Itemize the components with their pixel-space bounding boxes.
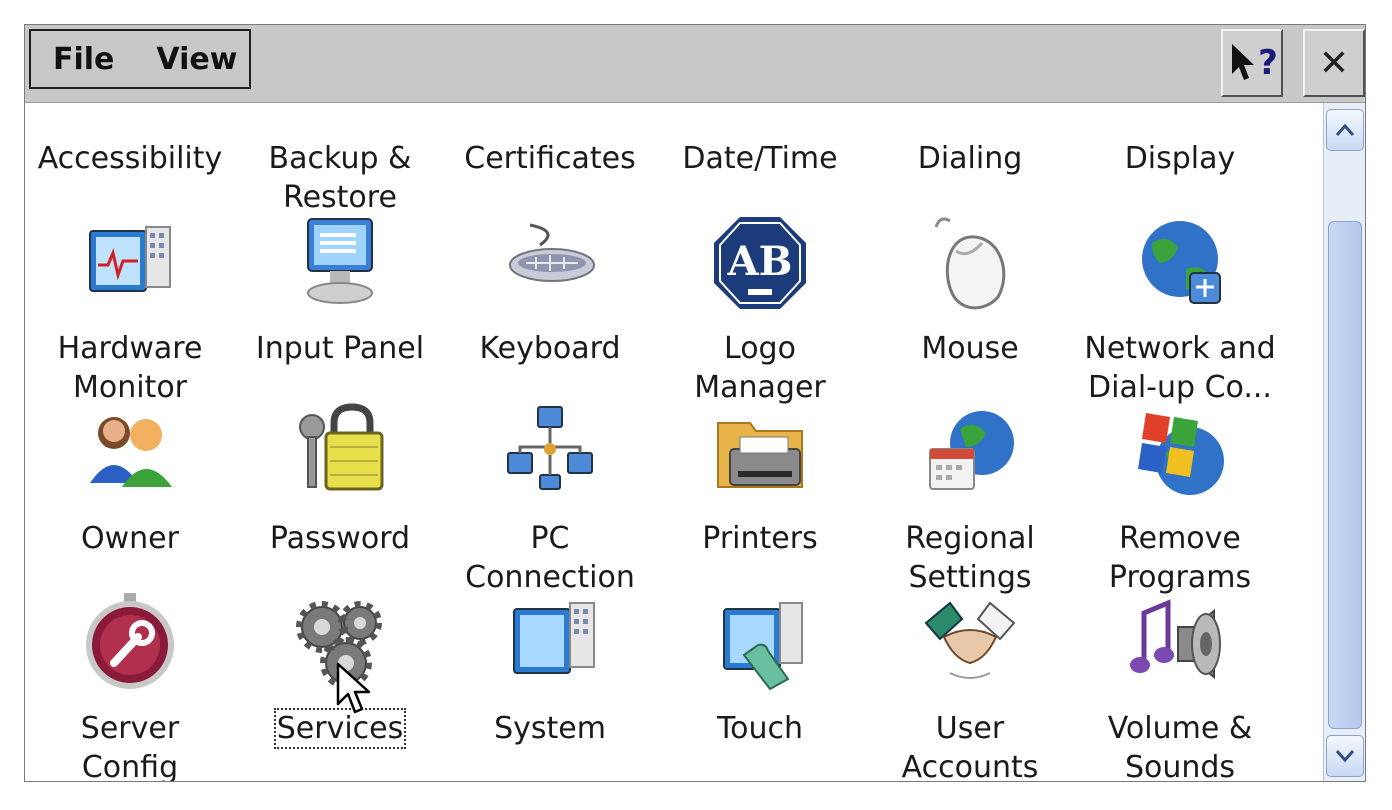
item-label-text: Input Panel (255, 331, 425, 366)
icon-grid: Accessibility Backup & Restore Certificate… (25, 103, 1323, 782)
item-label: Regional Settings (865, 519, 1075, 597)
control-panel-window: File View ? ✕ Accessibility Backup & Rest… (24, 24, 1366, 782)
item-label: Backup & Restore (235, 139, 445, 217)
item-label-text: Network and Dial-up Co... (1084, 331, 1276, 405)
network-icon (1130, 213, 1230, 313)
item-label-text: Touch (716, 711, 804, 746)
vertical-scrollbar[interactable] (1323, 103, 1365, 781)
item-label: Owner (25, 519, 235, 558)
item-label-text: Logo Manager (694, 331, 826, 405)
owner-icon (80, 403, 180, 503)
item-label: Remove Programs (1075, 519, 1285, 597)
item-label-text: PC Connection (465, 521, 635, 595)
input-panel-icon (290, 213, 390, 313)
item-label: Keyboard (445, 329, 655, 368)
item-label-text: Date/Time (682, 141, 838, 176)
pc-connection-icon (500, 403, 600, 503)
item-label: Certificates (445, 139, 655, 178)
item-label: Date/Time (655, 139, 865, 178)
touch-icon (710, 593, 810, 693)
item-label: Display (1075, 139, 1285, 178)
item-label-text: Backup & Restore (268, 141, 412, 215)
certificates-icon (500, 103, 600, 123)
user-accounts-icon (920, 593, 1020, 693)
logo-text: AB (727, 238, 793, 285)
item-label: Touch (655, 709, 865, 748)
menu-file[interactable]: File (53, 42, 114, 77)
item-label: Mouse (865, 329, 1075, 368)
item-label-text: Server Config (80, 711, 180, 782)
item-label-text: System (494, 711, 606, 746)
printers-icon (710, 403, 810, 503)
item-label-text: Password (269, 521, 411, 556)
help-button[interactable]: ? (1221, 29, 1283, 97)
keyboard-icon (500, 213, 600, 313)
item-label: Volume & Sounds (1075, 709, 1285, 782)
scroll-down-button[interactable] (1326, 735, 1364, 777)
item-label-text: Owner (81, 521, 179, 556)
item-label: Password (235, 519, 445, 558)
item-label: User Accounts (865, 709, 1075, 782)
item-label: Network and Dial-up Co... (1075, 329, 1285, 407)
password-icon (290, 403, 390, 503)
scroll-up-button[interactable] (1326, 109, 1364, 151)
chevron-up-icon (1335, 123, 1355, 136)
item-label: Input Panel (235, 329, 445, 368)
remove-programs-icon (1130, 403, 1230, 503)
item-label: Printers (655, 519, 865, 558)
item-label-text: Certificates (464, 141, 636, 176)
item-label-text: Hardware Monitor (57, 331, 203, 405)
item-label: Hardware Monitor (25, 329, 235, 407)
item-label: System (445, 709, 655, 748)
close-button[interactable]: ✕ (1303, 29, 1365, 97)
backup-icon (290, 103, 390, 123)
item-label-text: Volume & Sounds (1107, 711, 1253, 782)
item-label: Server Config (25, 709, 235, 782)
logo-manager-icon: AB (710, 213, 810, 313)
title-bar: File View ? ✕ (25, 25, 1365, 103)
item-label: Accessibility (25, 139, 235, 178)
chevron-down-icon (1335, 750, 1355, 763)
item-label: Logo Manager (655, 329, 865, 407)
datetime-icon (710, 103, 810, 123)
scroll-thumb[interactable] (1328, 221, 1362, 729)
item-label-text: Printers (702, 521, 818, 556)
volume-sounds-icon (1130, 593, 1230, 693)
mouse-cursor-icon (336, 662, 371, 714)
hardware-monitor-icon (80, 213, 180, 313)
dialing-icon (920, 103, 1020, 123)
menu-bar: File View (29, 29, 251, 89)
item-label: PC Connection (445, 519, 655, 597)
item-label-text: Regional Settings (905, 521, 1035, 595)
item-label-text: Keyboard (479, 331, 621, 366)
system-icon (500, 593, 600, 693)
server-config-icon (80, 593, 180, 693)
item-label-text: Accessibility (37, 141, 223, 176)
menu-view[interactable]: View (156, 42, 237, 77)
item-label: Dialing (865, 139, 1075, 178)
regional-settings-icon (920, 403, 1020, 503)
help-question-mark: ? (1258, 43, 1278, 83)
display-icon (1130, 103, 1230, 123)
item-label-text: Mouse (921, 331, 1019, 366)
item-label-text: Dialing (917, 141, 1023, 176)
item-label-text: User Accounts (901, 711, 1039, 782)
item-label-text: Remove Programs (1108, 521, 1252, 595)
accessibility-icon (80, 103, 180, 123)
item-label-text: Display (1124, 141, 1236, 176)
mouse-icon (920, 213, 1020, 313)
